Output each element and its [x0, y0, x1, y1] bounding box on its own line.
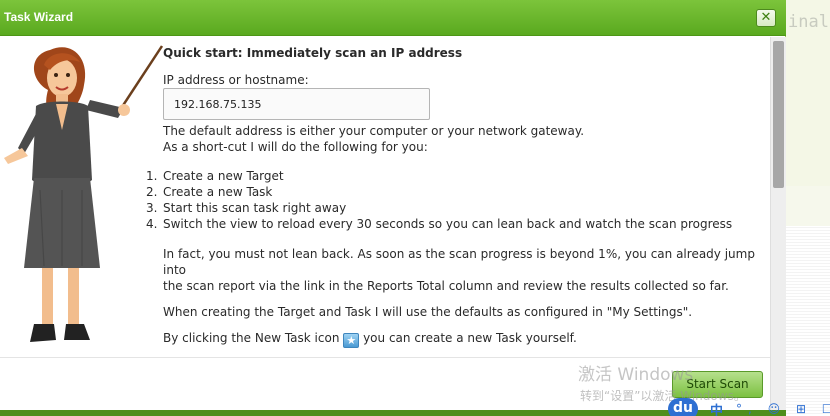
new-task-star-icon[interactable]: ★ — [343, 333, 360, 348]
step-text: Create a new Target — [163, 169, 284, 183]
step-text: Start this scan task right away — [163, 201, 347, 215]
step-item: 1. Create a new Target — [146, 168, 768, 184]
lean-back-line-1: In fact, you must not lean back. As soon… — [163, 247, 755, 277]
wizard-illustration — [4, 45, 164, 342]
new-task-text-before: By clicking the New Task icon — [163, 331, 340, 345]
wizard-content: Quick start: Immediately scan an IP addr… — [146, 44, 768, 348]
intro-line-2: As a short-cut I will do the following f… — [163, 140, 428, 154]
steps-list: 1. Create a new Target 2. Create a new Tas… — [146, 168, 768, 232]
address-input[interactable] — [163, 88, 430, 120]
address-label: IP address or hostname: — [163, 73, 309, 87]
ime-toolbar: du 中 °, ☺ ⊞ ☐ 品 — [664, 396, 830, 416]
step-item: 2. Create a new Task — [146, 184, 768, 200]
activation-watermark-title: 激活 Windows — [578, 365, 694, 385]
dialog-title: Task Wizard — [4, 10, 74, 24]
lean-back-line-2: the scan report via the link in the Repo… — [163, 279, 729, 293]
defaults-paragraph: When creating the Target and Task I will… — [163, 305, 693, 319]
footer-divider — [0, 357, 770, 358]
step-number: 3. — [146, 201, 158, 215]
background-text: inal — [788, 12, 829, 32]
step-number: 4. — [146, 217, 158, 231]
baidu-ime-logo[interactable]: du — [668, 398, 698, 416]
intro-line-1: The default address is either your compu… — [163, 124, 585, 138]
new-task-text-after: you can create a new Task yourself. — [363, 331, 577, 345]
step-text: Switch the view to reload every 30 secon… — [163, 217, 733, 231]
background-lower-panel — [786, 226, 830, 416]
step-number: 1. — [146, 169, 158, 183]
ime-language-toggle[interactable]: 中 — [710, 400, 723, 416]
vertical-scrollbar[interactable] — [770, 37, 786, 416]
new-task-paragraph: By clicking the New Task icon ★ you can … — [163, 330, 768, 348]
close-icon: ✕ — [760, 10, 772, 25]
step-item: 3. Start this scan task right away — [146, 200, 768, 216]
background-window: inal — [786, 0, 830, 416]
dialog-titlebar[interactable]: Task Wizard ✕ — [0, 0, 786, 36]
close-button[interactable]: ✕ — [756, 9, 776, 27]
ime-tool-icons[interactable]: °, ☺ ⊞ ☐ 品 — [736, 400, 830, 416]
lean-back-paragraph: In fact, you must not lean back. As soon… — [163, 246, 768, 294]
scrollbar-thumb[interactable] — [773, 41, 784, 188]
step-text: Create a new Task — [163, 185, 273, 199]
background-editor-area: inal — [786, 0, 830, 186]
step-number: 2. — [146, 185, 158, 199]
step-item: 4. Switch the view to reload every 30 sec… — [146, 216, 768, 232]
task-wizard-dialog: Task Wizard ✕ Quick start: Immediately s… — [0, 0, 786, 416]
wizard-heading: Quick start: Immediately scan an IP addr… — [163, 46, 463, 60]
